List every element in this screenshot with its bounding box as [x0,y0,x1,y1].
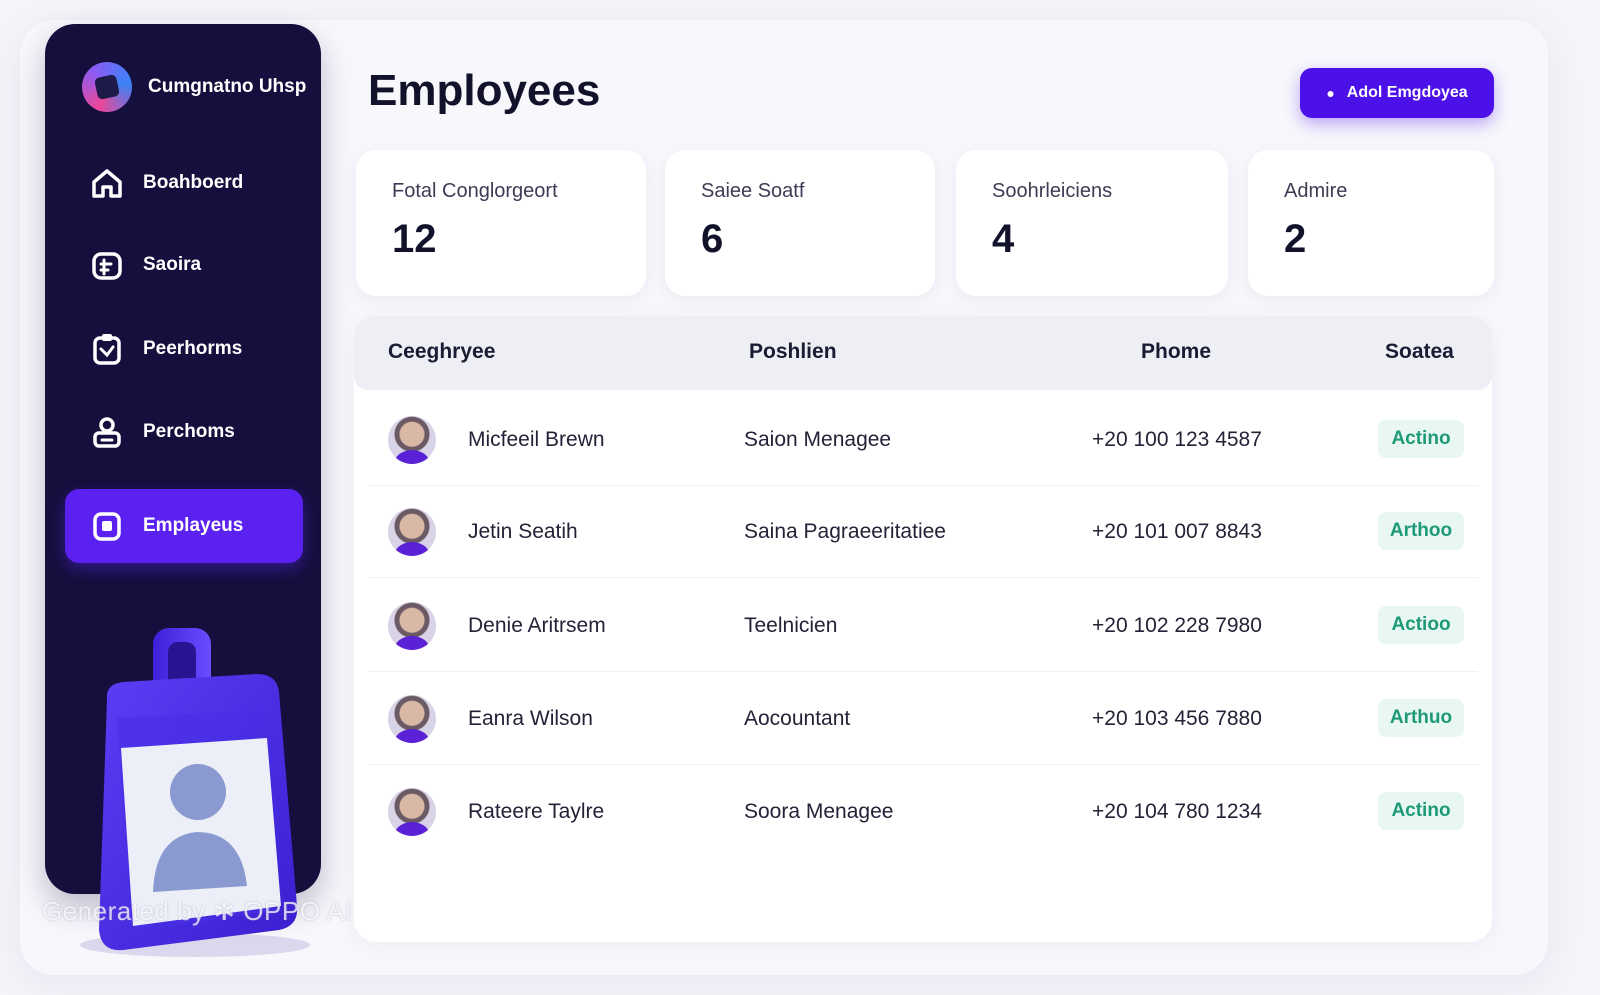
table-row[interactable]: Denie Aritrsem Teelnicien +20 102 228 79… [368,580,1478,672]
table-row[interactable]: Rateere Taylre Soora Menagee +20 104 780… [368,766,1478,858]
sidebar-item-dashboard[interactable]: Boahboerd [65,146,303,220]
employee-name: Micfeeil Brewn [468,428,605,451]
employee-position: Aocountant [744,707,851,730]
column-header-status[interactable]: Soatea [1385,340,1454,364]
brand-logo-icon [82,62,132,112]
status-badge: Arthoo [1378,512,1464,550]
employee-phone: +20 104 780 1234 [1092,800,1262,823]
status-badge: Actioo [1378,606,1464,644]
stat-label: Soohrleiciens [992,180,1113,202]
sidebar-item-label: Emplayeus [143,515,244,536]
avatar [388,508,436,556]
sidebar-item-label: Perchoms [143,421,235,442]
employee-position: Saina Pagraeeritatiee [744,520,946,543]
sidebar-item-label: Saoira [143,254,202,275]
stat-card-total-employees: Fotal Conglorgeort 12 [356,150,646,296]
column-header-phone[interactable]: Phome [1141,340,1211,364]
employees-table: Ceeghryee Poshlien Phome Soatea Micfeeil… [354,316,1492,942]
brand[interactable]: Cumgnatno Uhsp [82,62,306,112]
employee-name: Rateere Taylre [468,800,605,823]
stat-label: Saiee Soatf [701,180,805,202]
status-badge: Arthuo [1378,699,1464,737]
user-lock-icon [93,417,121,448]
brand-name: Cumgnatno Uhsp [148,76,307,97]
employee-position: Saion Menagee [744,428,892,451]
employee-phone: +20 101 007 8843 [1092,520,1262,543]
stat-value: 2 [1284,217,1307,261]
stat-card-admins: Admire 2 [1248,150,1494,296]
employee-position: Soora Menagee [744,800,894,823]
employee-name: Eanra Wilson [468,707,593,730]
home-icon [92,169,122,198]
stat-label: Admire [1284,180,1348,202]
page-title: Employees [368,66,601,115]
stat-value: 6 [701,217,724,261]
employee-name: Jetin Seatih [468,520,578,543]
employee-phone: +20 102 228 7980 [1092,614,1262,637]
id-card-icon [93,512,121,541]
watermark: Generated by ✲ OPPO AI [42,896,353,926]
table-row[interactable]: Jetin Seatih Saina Pagraeeritatiee +20 1… [368,486,1478,578]
sidebar-item-employees[interactable]: Emplayeus [65,489,303,563]
sidebar-item-label: Boahboerd [143,172,244,193]
stat-card-sales-staff: Saiee Soatf 6 [665,150,935,296]
column-header-employee[interactable]: Ceeghryee [388,340,495,364]
employee-name: Denie Aritrsem [468,614,606,637]
avatar [388,788,436,836]
column-header-position[interactable]: Poshlien [749,340,837,364]
avatar [388,602,436,650]
add-employee-button[interactable]: ● Adol Emgdoyea [1300,68,1494,118]
stat-value: 12 [392,217,437,261]
sales-icon [92,252,122,280]
stat-value: 4 [992,217,1015,261]
clipboard-icon [93,334,121,365]
sidebar-item-permissions[interactable]: Perchoms [65,395,303,469]
table-header: Ceeghryee Poshlien Phome Soatea [354,316,1492,390]
employee-phone: +20 103 456 7880 [1092,707,1262,730]
stat-card-technicians: Soohrleiciens 4 [956,150,1228,296]
status-badge: Actino [1378,420,1464,458]
table-row[interactable]: Eanra Wilson Aocountant +20 103 456 7880… [368,673,1478,765]
employee-position: Teelnicien [744,614,838,637]
sidebar-item-label: Peerhorms [143,338,243,359]
plus-icon: ● [1326,85,1335,101]
employee-phone: +20 100 123 4587 [1092,428,1262,451]
table-row[interactable]: Micfeeil Brewn Saion Menagee +20 100 123… [368,394,1478,486]
avatar [388,695,436,743]
stat-label: Fotal Conglorgeort [392,180,558,202]
avatar [388,416,436,464]
sidebar-item-sales[interactable]: Saoira [65,228,303,302]
sidebar-item-performance[interactable]: Peerhorms [65,312,303,386]
status-badge: Actino [1378,792,1464,830]
add-employee-button-label: Adol Emgdoyea [1346,84,1468,101]
